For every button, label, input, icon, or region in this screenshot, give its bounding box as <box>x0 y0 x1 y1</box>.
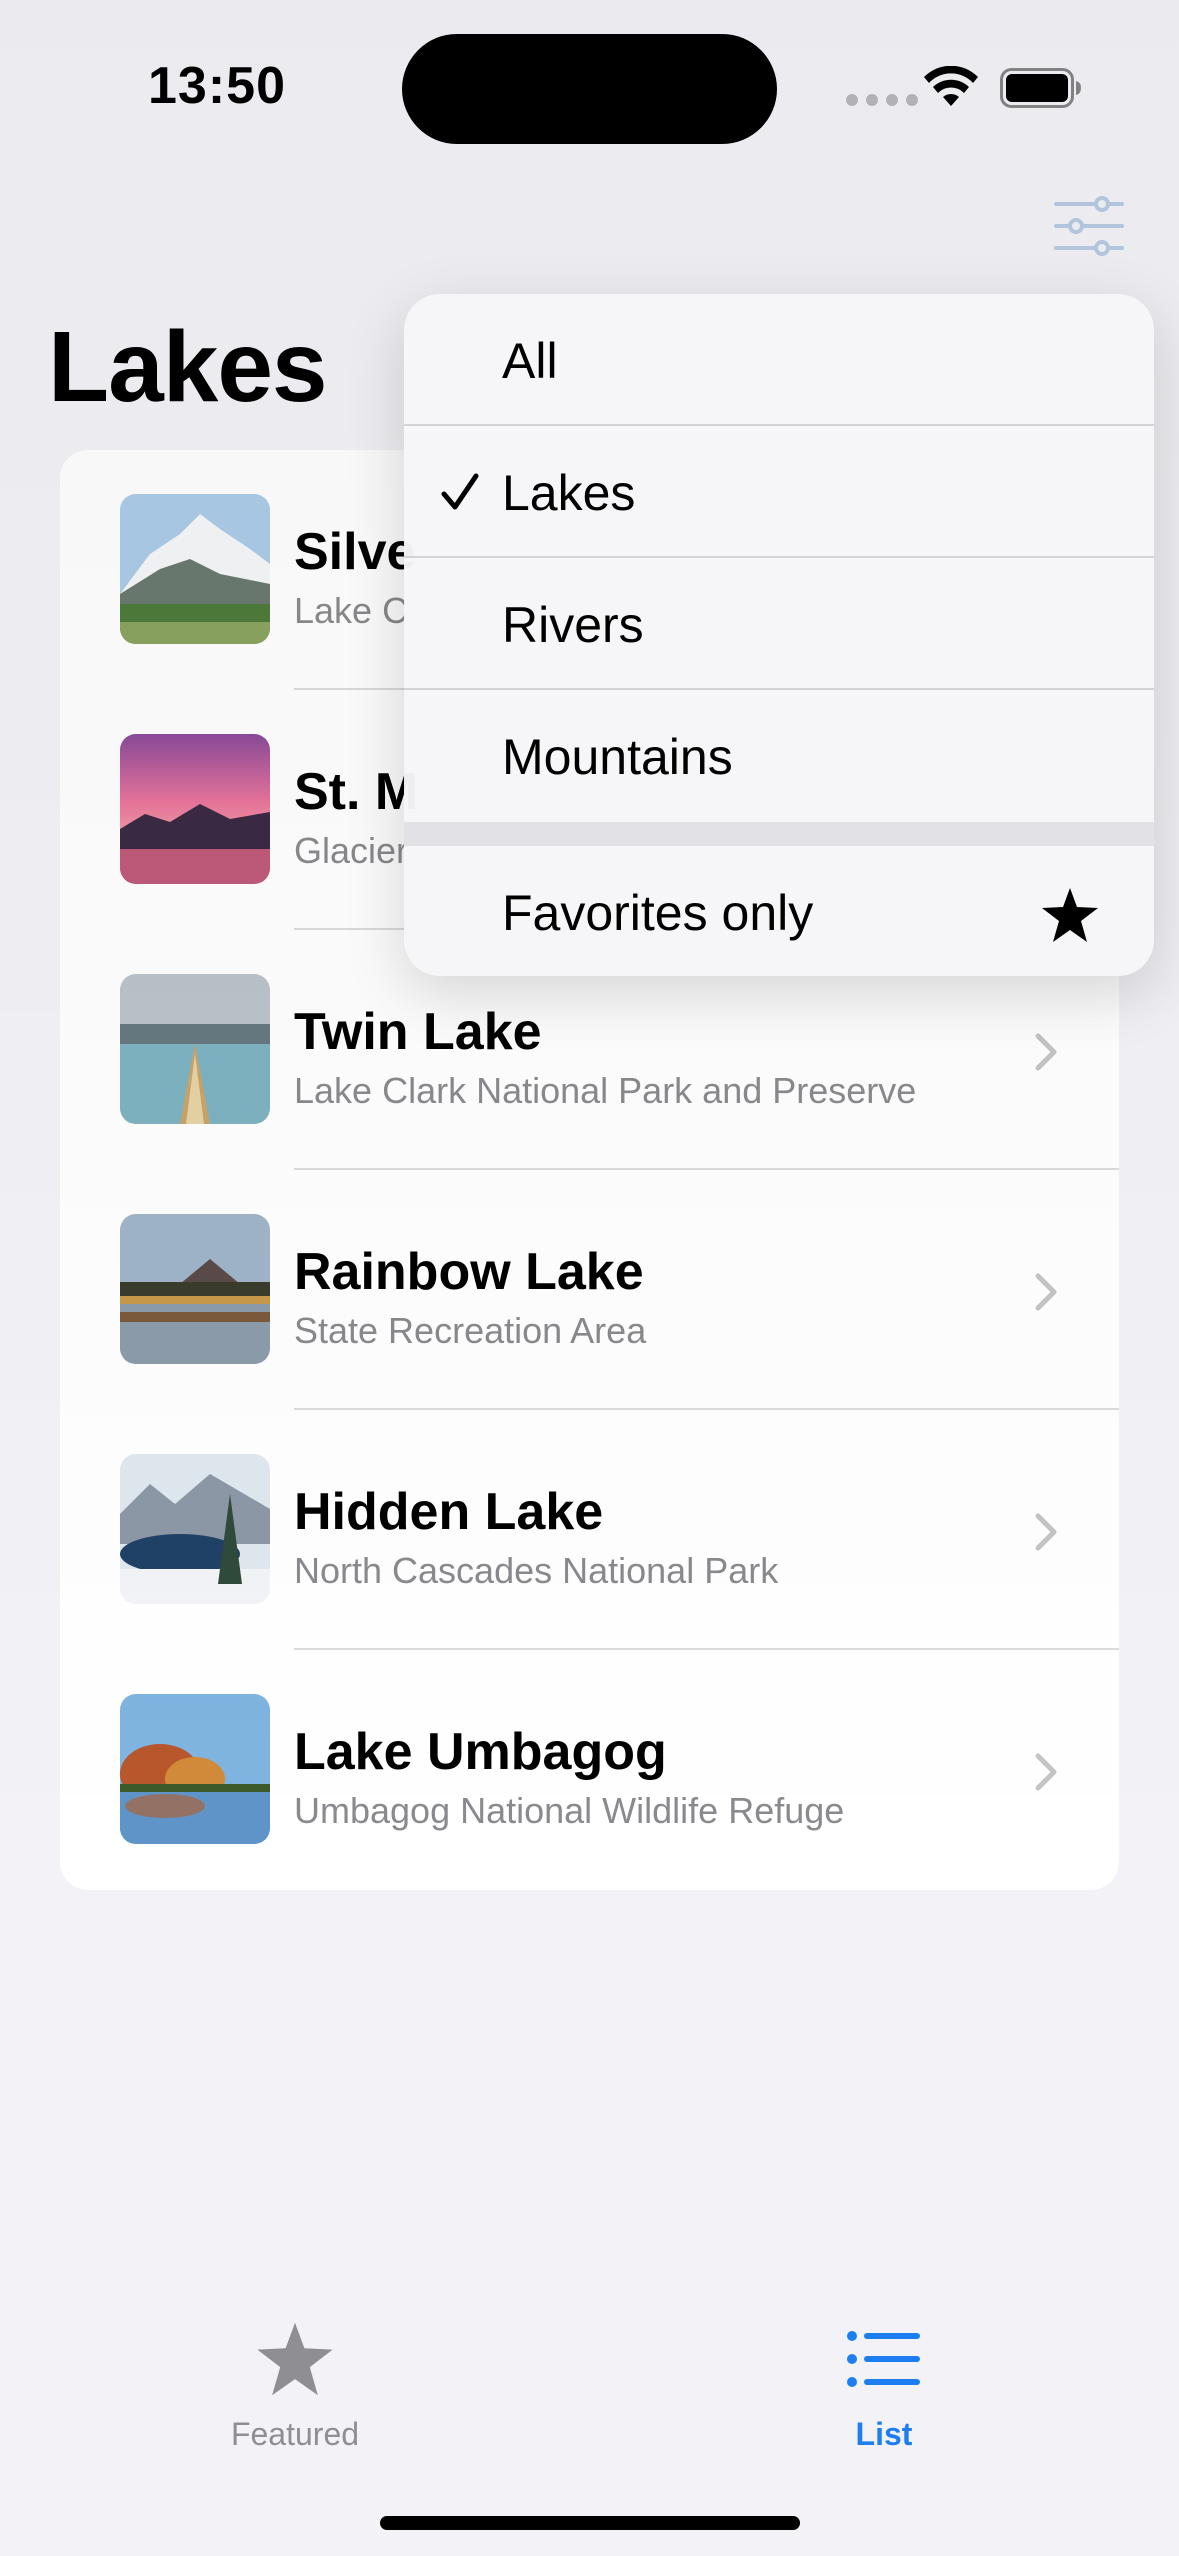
dynamic-island <box>402 34 777 144</box>
lake-name: Twin Lake <box>294 1003 542 1061</box>
list-item[interactable]: Lake Umbagog Umbagog National Wildlife R… <box>60 1650 1119 1890</box>
tab-featured[interactable]: Featured <box>175 2320 415 2460</box>
page-title: Lakes <box>48 311 328 423</box>
menu-item-label: All <box>502 333 558 389</box>
star-icon <box>1042 888 1098 942</box>
lake-location: Lake Clark National Park and Preserve <box>294 1070 917 1111</box>
lake-name: St. M <box>294 763 419 821</box>
chevron-right-icon <box>1035 1033 1057 1071</box>
lake-location: Umbagog National Wildlife Refuge <box>294 1790 845 1831</box>
lake-location: North Cascades National Park <box>294 1550 779 1591</box>
chevron-right-icon <box>1035 1753 1057 1791</box>
list-icon <box>847 2331 920 2387</box>
menu-item-label: Mountains <box>502 729 733 785</box>
tab-label: Featured <box>230 2416 360 2452</box>
cellular-signal-icon <box>846 94 918 106</box>
menu-item-rivers[interactable]: Rivers <box>404 558 1154 690</box>
star-icon <box>257 2322 333 2396</box>
list-item[interactable]: Rainbow Lake State Recreation Area <box>60 1170 1119 1410</box>
menu-item-all[interactable]: All <box>404 294 1154 426</box>
checkmark-icon <box>441 473 479 510</box>
filter-menu: All Lakes Rivers Mountains Favorites onl… <box>404 294 1154 976</box>
chevron-right-icon <box>1035 1273 1057 1311</box>
list-item[interactable]: Hidden Lake North Cascades National Park <box>60 1410 1119 1650</box>
menu-item-mountains[interactable]: Mountains <box>404 690 1154 822</box>
battery-icon <box>1000 68 1081 108</box>
tab-label: List <box>855 2416 913 2452</box>
lake-thumbnail <box>120 1214 270 1364</box>
lake-location: State Recreation Area <box>294 1310 647 1351</box>
tab-list[interactable]: List <box>764 2320 1004 2460</box>
lake-location: Glacier <box>294 830 409 871</box>
filter-button[interactable] <box>1052 194 1126 258</box>
lake-thumbnail <box>120 734 270 884</box>
lake-location: Lake C <box>294 590 409 631</box>
lake-name: Silve <box>294 523 416 581</box>
lake-thumbnail <box>120 494 270 644</box>
lake-thumbnail <box>120 1694 270 1844</box>
lake-name: Rainbow Lake <box>294 1243 644 1301</box>
home-indicator[interactable] <box>380 2516 800 2530</box>
lake-name: Hidden Lake <box>294 1483 604 1541</box>
lake-thumbnail <box>120 974 270 1124</box>
menu-item-label: Rivers <box>502 597 644 653</box>
lake-thumbnail <box>120 1454 270 1604</box>
chevron-right-icon <box>1035 1513 1057 1551</box>
menu-item-label: Favorites only <box>502 885 814 941</box>
menu-item-favorites-only[interactable]: Favorites only <box>404 846 1154 976</box>
lake-name: Lake Umbagog <box>294 1723 667 1781</box>
wifi-icon <box>924 66 978 106</box>
status-time: 13:50 <box>148 57 286 115</box>
menu-item-label: Lakes <box>502 465 636 521</box>
menu-item-lakes[interactable]: Lakes <box>404 426 1154 558</box>
menu-section-separator <box>404 822 1154 846</box>
